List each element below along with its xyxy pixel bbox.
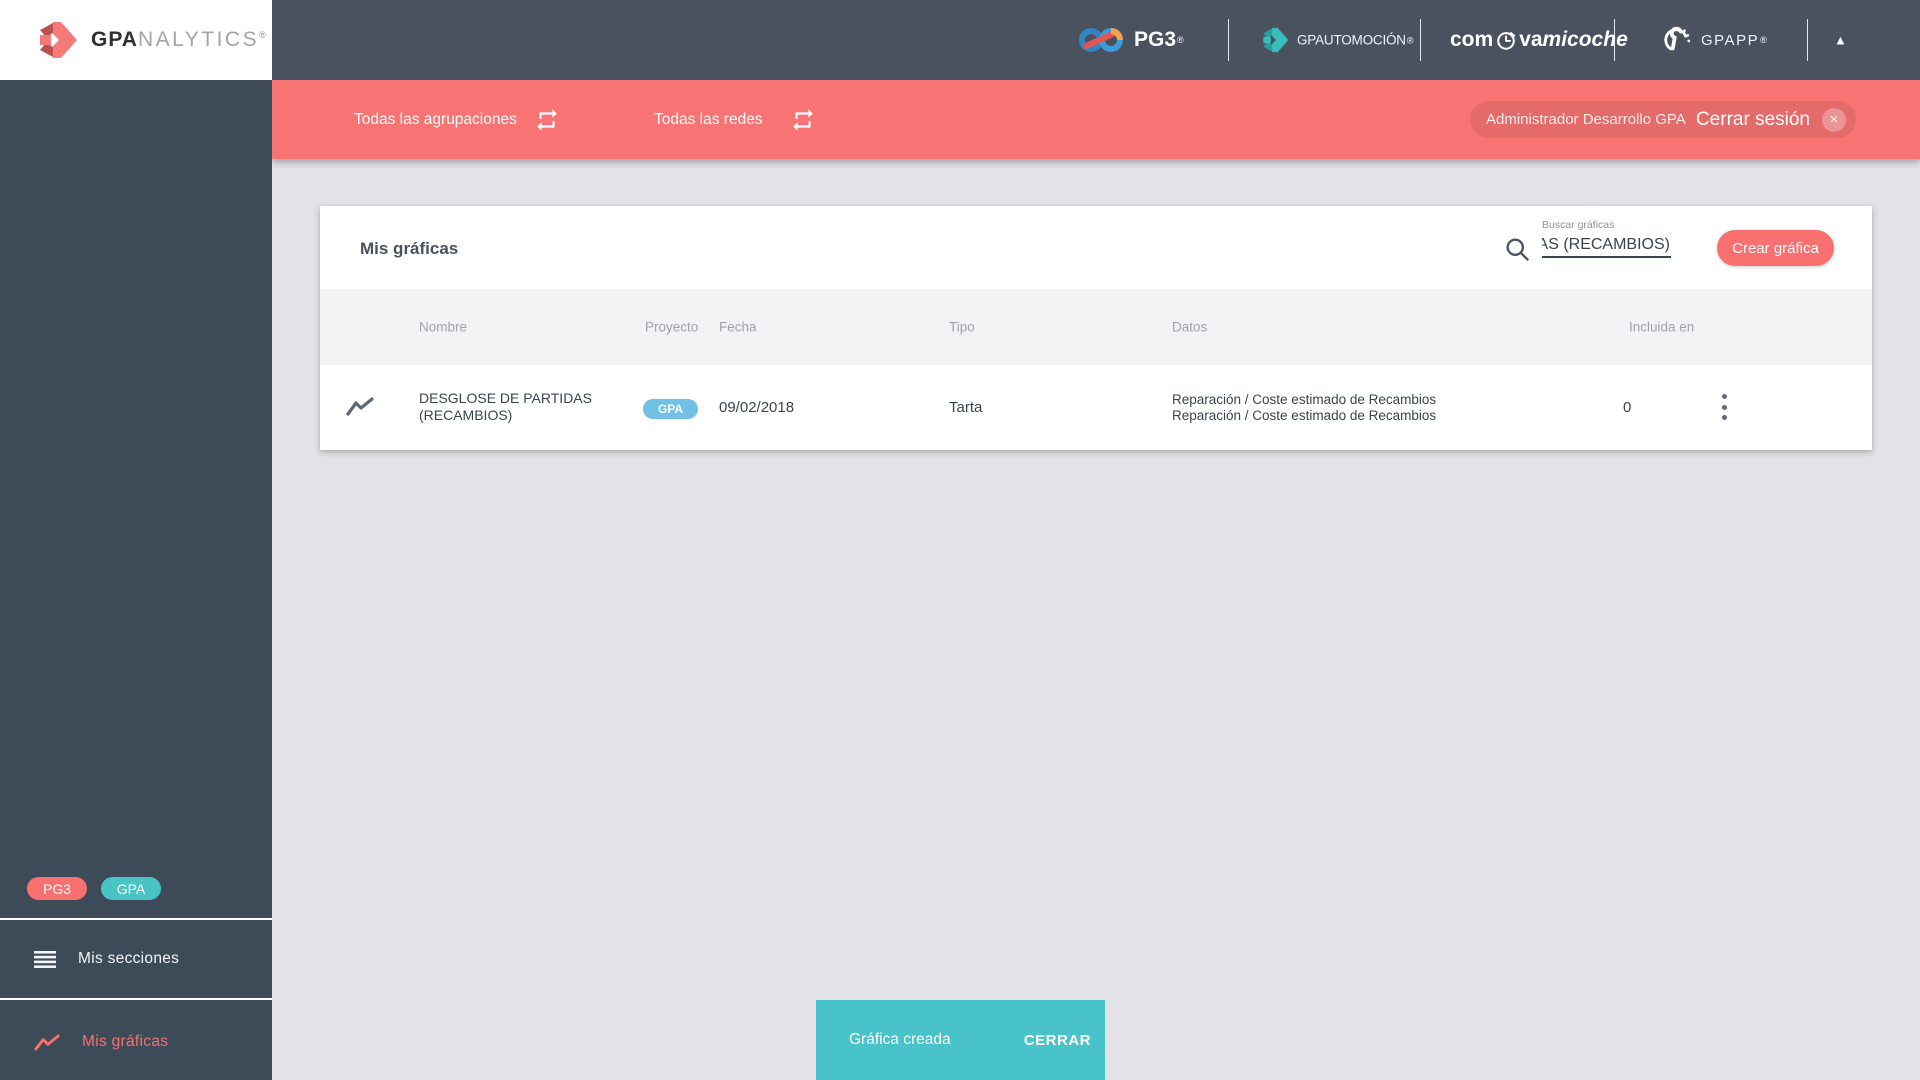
sidebar: PG3 GPA Mis secciones Mis gráficas — [0, 80, 272, 1080]
top-header: GPANALYTICS® PG3 ® GPAUTOMOCIÓN ® com va… — [0, 0, 1920, 80]
col-incluida-en: Incluida en — [1629, 319, 1695, 335]
app-gpautomocion-logo[interactable]: GPAUTOMOCIÓN ® — [1262, 27, 1414, 54]
snackbar-message: Gráfica creada — [849, 1031, 951, 1048]
gpa-analytics-logo[interactable]: GPANALYTICS® — [0, 0, 272, 80]
pg3-label: PG3 — [1134, 28, 1177, 51]
gpapp-label: GPAPP — [1701, 31, 1760, 49]
logout-close-icon[interactable]: ✕ — [1822, 107, 1846, 132]
charts-card: Mis gráficas Buscar gráficas IDAS (RECAM… — [320, 206, 1872, 450]
comprova-part2: va — [1519, 28, 1543, 51]
networks-selector[interactable]: Todas las redes — [654, 111, 763, 129]
swap-groupings-icon[interactable] — [534, 107, 560, 133]
gpapp-wrench-icon — [1664, 26, 1691, 52]
chart-type: Tarta — [949, 399, 983, 416]
pg3-reg: ® — [1177, 35, 1184, 45]
col-proyecto: Proyecto — [645, 319, 699, 335]
pg3-badge: PG3 — [27, 877, 87, 900]
chart-date: 09/02/2018 — [719, 399, 795, 416]
chart-datasets: Reparación / Coste estimado de Recambios… — [1172, 392, 1436, 424]
sidebar-item-label: Mis secciones — [78, 950, 180, 967]
filter-bar: Todas las agrupaciones Todas las redes A… — [272, 80, 1920, 159]
col-datos: Datos — [1172, 319, 1208, 335]
gpapp-reg: ® — [1760, 35, 1767, 45]
pg3-infinity-icon — [1079, 28, 1123, 52]
header-separator — [1807, 19, 1808, 61]
header-separator — [1420, 19, 1421, 61]
swap-networks-icon[interactable] — [790, 107, 816, 133]
brand-wordmark: GPANALYTICS® — [91, 28, 267, 51]
col-tipo: Tipo — [949, 319, 975, 335]
user-name: Administrador Desarrollo GPA — [1486, 111, 1686, 128]
app-gpapp-logo[interactable]: GPAPP ® — [1662, 25, 1767, 55]
sidebar-item-label: Mis gráficas — [82, 1033, 169, 1050]
col-nombre: Nombre — [419, 319, 468, 335]
gpa-badge: GPA — [101, 877, 161, 900]
snackbar: Gráfica creada CERRAR — [816, 1000, 1105, 1080]
collapse-header-button[interactable]: ▲ — [1834, 33, 1847, 48]
included-in-count: 0 — [1623, 399, 1632, 416]
sidebar-badges: PG3 GPA — [27, 877, 161, 900]
comprova-part1: com — [1450, 28, 1494, 51]
snackbar-close-button[interactable]: CERRAR — [1024, 1032, 1091, 1049]
logout-button[interactable]: Cerrar sesión — [1696, 109, 1810, 131]
gpautomocion-reg: ® — [1406, 35, 1414, 45]
sections-menu-icon — [34, 950, 56, 968]
gpautomocion-label: GPAUTOMOCIÓN — [1297, 32, 1406, 48]
table-header: Nombre Proyecto Fecha Tipo Datos Incluid… — [320, 289, 1872, 365]
app-pg3-logo[interactable]: PG3 ® — [1078, 24, 1184, 56]
create-chart-button[interactable]: Crear gráfica — [1717, 230, 1834, 266]
project-badge: GPA — [643, 399, 698, 419]
col-fecha: Fecha — [719, 319, 757, 335]
search-floating-label: Buscar gráficas — [1542, 219, 1615, 231]
line-chart-icon — [34, 1034, 60, 1050]
search-input[interactable]: Buscar gráficas IDAS (RECAMBIOS) — [1542, 219, 1671, 258]
chart-type-icon — [346, 397, 374, 416]
gpa-arrow-icon — [40, 22, 77, 58]
search-value: IDAS (RECAMBIOS) — [1542, 236, 1670, 253]
chart-name: DESGLOSE DE PARTIDAS (RECAMBIOS) — [419, 390, 592, 423]
gpautomocion-arrow-icon — [1263, 27, 1289, 53]
header-separator — [1228, 19, 1229, 61]
screen: GPANALYTICS® PG3 ® GPAUTOMOCIÓN ® com va… — [0, 0, 1920, 1080]
sidebar-item-graficas[interactable]: Mis gráficas — [0, 1000, 272, 1080]
dataset-line: Reparación / Coste estimado de Recambios — [1172, 392, 1437, 407]
dataset-line: Reparación / Coste estimado de Recambios — [1172, 408, 1437, 423]
clock-icon — [1497, 32, 1516, 50]
page-title: Mis gráficas — [360, 239, 459, 258]
row-menu-button[interactable] — [1714, 392, 1734, 422]
groupings-selector[interactable]: Todas las agrupaciones — [354, 111, 517, 129]
table-row[interactable]: DESGLOSE DE PARTIDAS (RECAMBIOS) GPA 09/… — [320, 365, 1872, 450]
sidebar-item-secciones[interactable]: Mis secciones — [0, 920, 272, 998]
app-comprova-logo[interactable]: com va micoche — [1450, 28, 1628, 52]
search-icon[interactable] — [1503, 235, 1531, 263]
user-session-pill: Administrador Desarrollo GPA Cerrar sesi… — [1470, 101, 1856, 138]
header-separator — [1614, 19, 1615, 61]
